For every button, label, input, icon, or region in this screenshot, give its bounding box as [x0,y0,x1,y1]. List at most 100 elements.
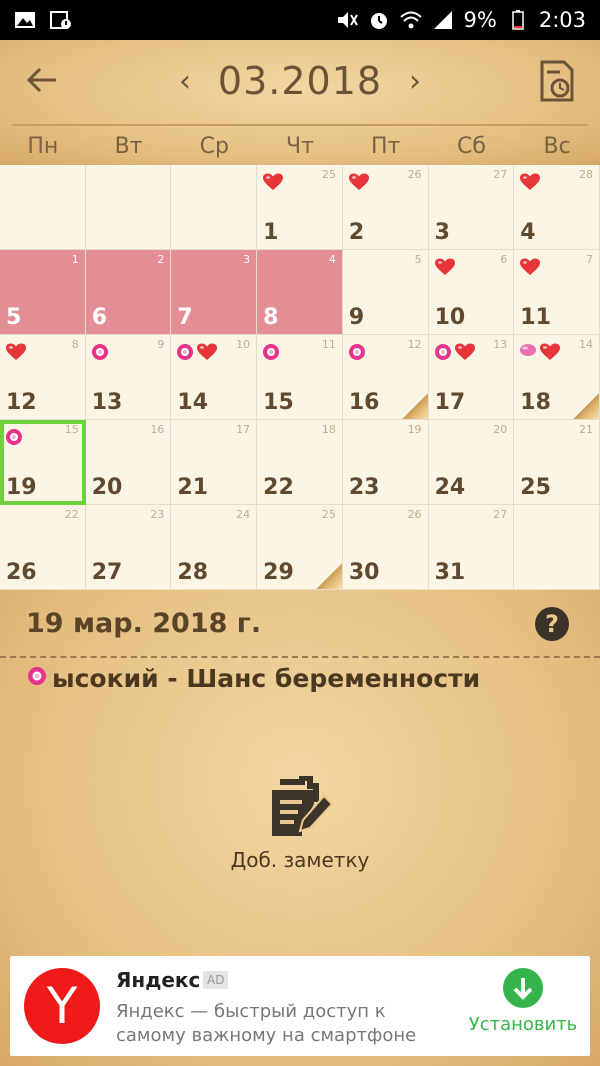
day-number: 1 [263,220,279,245]
day-cell-30[interactable]: 26 30 [342,505,429,590]
cycle-day-number: 19 [407,423,422,436]
day-cell-19[interactable]: 15 19 [0,420,86,505]
day-cell-29[interactable]: 25 29 [257,505,343,590]
day-cell-12[interactable]: 8 12 [0,335,86,420]
day-markers [5,428,23,451]
day-cell-13[interactable]: 9 13 [85,335,172,420]
heart-icon [519,258,541,281]
weekday-row: Пн Вт Ср Чт Пт Сб Вс [0,128,600,165]
download-icon [503,968,543,1008]
weekday-label: Сб [456,134,486,159]
day-number: 27 [91,560,123,585]
day-number: 13 [91,390,123,415]
day-cell-1[interactable]: 25 1 [257,165,343,250]
day-cell-27[interactable]: 23 27 [85,505,172,590]
cycle-day-number: 10 [236,338,251,351]
day-cell-4[interactable]: 28 4 [514,165,600,250]
day-cell-17[interactable]: 13 17 [428,335,515,420]
gallery-icon [14,10,36,30]
day-markers [434,343,476,366]
heart-icon [196,343,218,366]
note-corner-icon [573,393,599,419]
heart-icon [262,173,284,196]
day-number: 10 [434,305,466,330]
cycle-day-number: 26 [407,508,422,521]
calendar-header: ‹ 03.2018 › Пн Вт Ср Чт Пт Сб Вс [0,40,600,165]
day-markers [176,343,218,366]
day-cell-2[interactable]: 26 2 [342,165,429,250]
cycle-day-number: 2 [157,253,165,266]
empty-day-cell [171,165,258,250]
cycle-day-number: 8 [71,338,79,351]
next-month-button[interactable]: › [400,64,430,99]
day-cell-25[interactable]: 21 25 [514,420,600,505]
day-cell-11[interactable]: 7 11 [514,250,600,335]
day-cell-7[interactable]: 37 [171,250,258,335]
pregnancy-chance-text: ысокий - Шанс беременности [52,664,481,693]
day-number: 9 [348,305,365,330]
day-cell-18[interactable]: 14 18 [514,335,600,420]
day-number: 15 [263,390,294,415]
day-number: 12 [6,390,37,415]
cycle-day-number: 6 [500,253,508,266]
day-number: 18 [520,390,551,415]
day-cell-9[interactable]: 59 [342,250,429,335]
day-cell-28[interactable]: 24 28 [171,505,258,590]
cycle-day-number: 17 [236,423,251,436]
flower-icon [262,343,280,366]
ad-banner[interactable]: Y Яндекс AD Яндекс — быстрый доступ к са… [10,956,590,1056]
weekday-label: Ср [199,134,229,159]
day-markers [519,173,541,196]
day-cell-23[interactable]: 19 23 [342,420,429,505]
install-button[interactable]: Установить [464,968,582,1035]
prev-month-button[interactable]: ‹ [170,64,200,99]
cycle-day-number: 7 [586,253,593,266]
day-cell-16[interactable]: 12 16 [342,335,429,420]
note-corner-icon [401,393,428,419]
add-note-label: Доб. заметку [230,848,370,872]
heart-icon [539,343,561,366]
status-bar: 9% 2:03 [0,0,600,40]
empty-day-cell [514,505,600,590]
day-cell-14[interactable]: 10 14 [171,335,258,420]
day-cell-20[interactable]: 16 20 [85,420,172,505]
day-number: 20 [91,475,123,500]
pill-icon [519,343,537,366]
cycle-day-number: 26 [407,168,422,181]
day-number: 8 [263,305,279,330]
ad-title: Яндекс [116,968,201,992]
flower-icon [348,343,366,366]
cycle-day-number: 15 [64,423,79,436]
day-cell-31[interactable]: 27 31 [428,505,515,590]
ad-description: Яндекс — быстрый доступ к самому важному… [116,1001,417,1046]
day-cell-26[interactable]: 22 26 [0,505,86,590]
dashed-divider [0,656,600,658]
calendar-grid: 25 1 26 2 27 3 28 4 1 5 2 6 3 7 4 8 5 9 6 10 7 11 8 12 9 13 10 14 11… [0,165,600,590]
cycle-day-number: 13 [493,338,508,351]
day-markers [262,173,284,196]
day-markers [348,173,370,196]
day-cell-24[interactable]: 20 24 [428,420,515,505]
install-label: Установить [468,1014,578,1035]
day-cell-15[interactable]: 11 15 [257,335,343,420]
day-number: 26 [6,560,37,585]
day-cell-6[interactable]: 26 [85,250,172,335]
clock: 2:03 [538,8,586,32]
help-icon[interactable]: ? [535,607,569,641]
day-markers [262,343,280,366]
day-number: 23 [348,475,380,500]
weekday-label: Чт [286,134,314,159]
day-number: 16 [348,390,380,415]
report-icon[interactable] [538,60,576,102]
day-cell-5[interactable]: 15 [0,250,86,335]
day-markers [434,258,456,281]
day-cell-10[interactable]: 6 10 [428,250,515,335]
day-cell-22[interactable]: 18 22 [257,420,343,505]
back-button[interactable] [22,60,62,100]
cycle-day-number: 16 [150,423,165,436]
day-cell-3[interactable]: 27 3 [428,165,515,250]
day-cell-21[interactable]: 17 21 [171,420,258,505]
cycle-day-number: 4 [328,253,336,266]
add-note-button[interactable]: Доб. заметку [200,776,400,886]
day-cell-8[interactable]: 48 [257,250,343,335]
